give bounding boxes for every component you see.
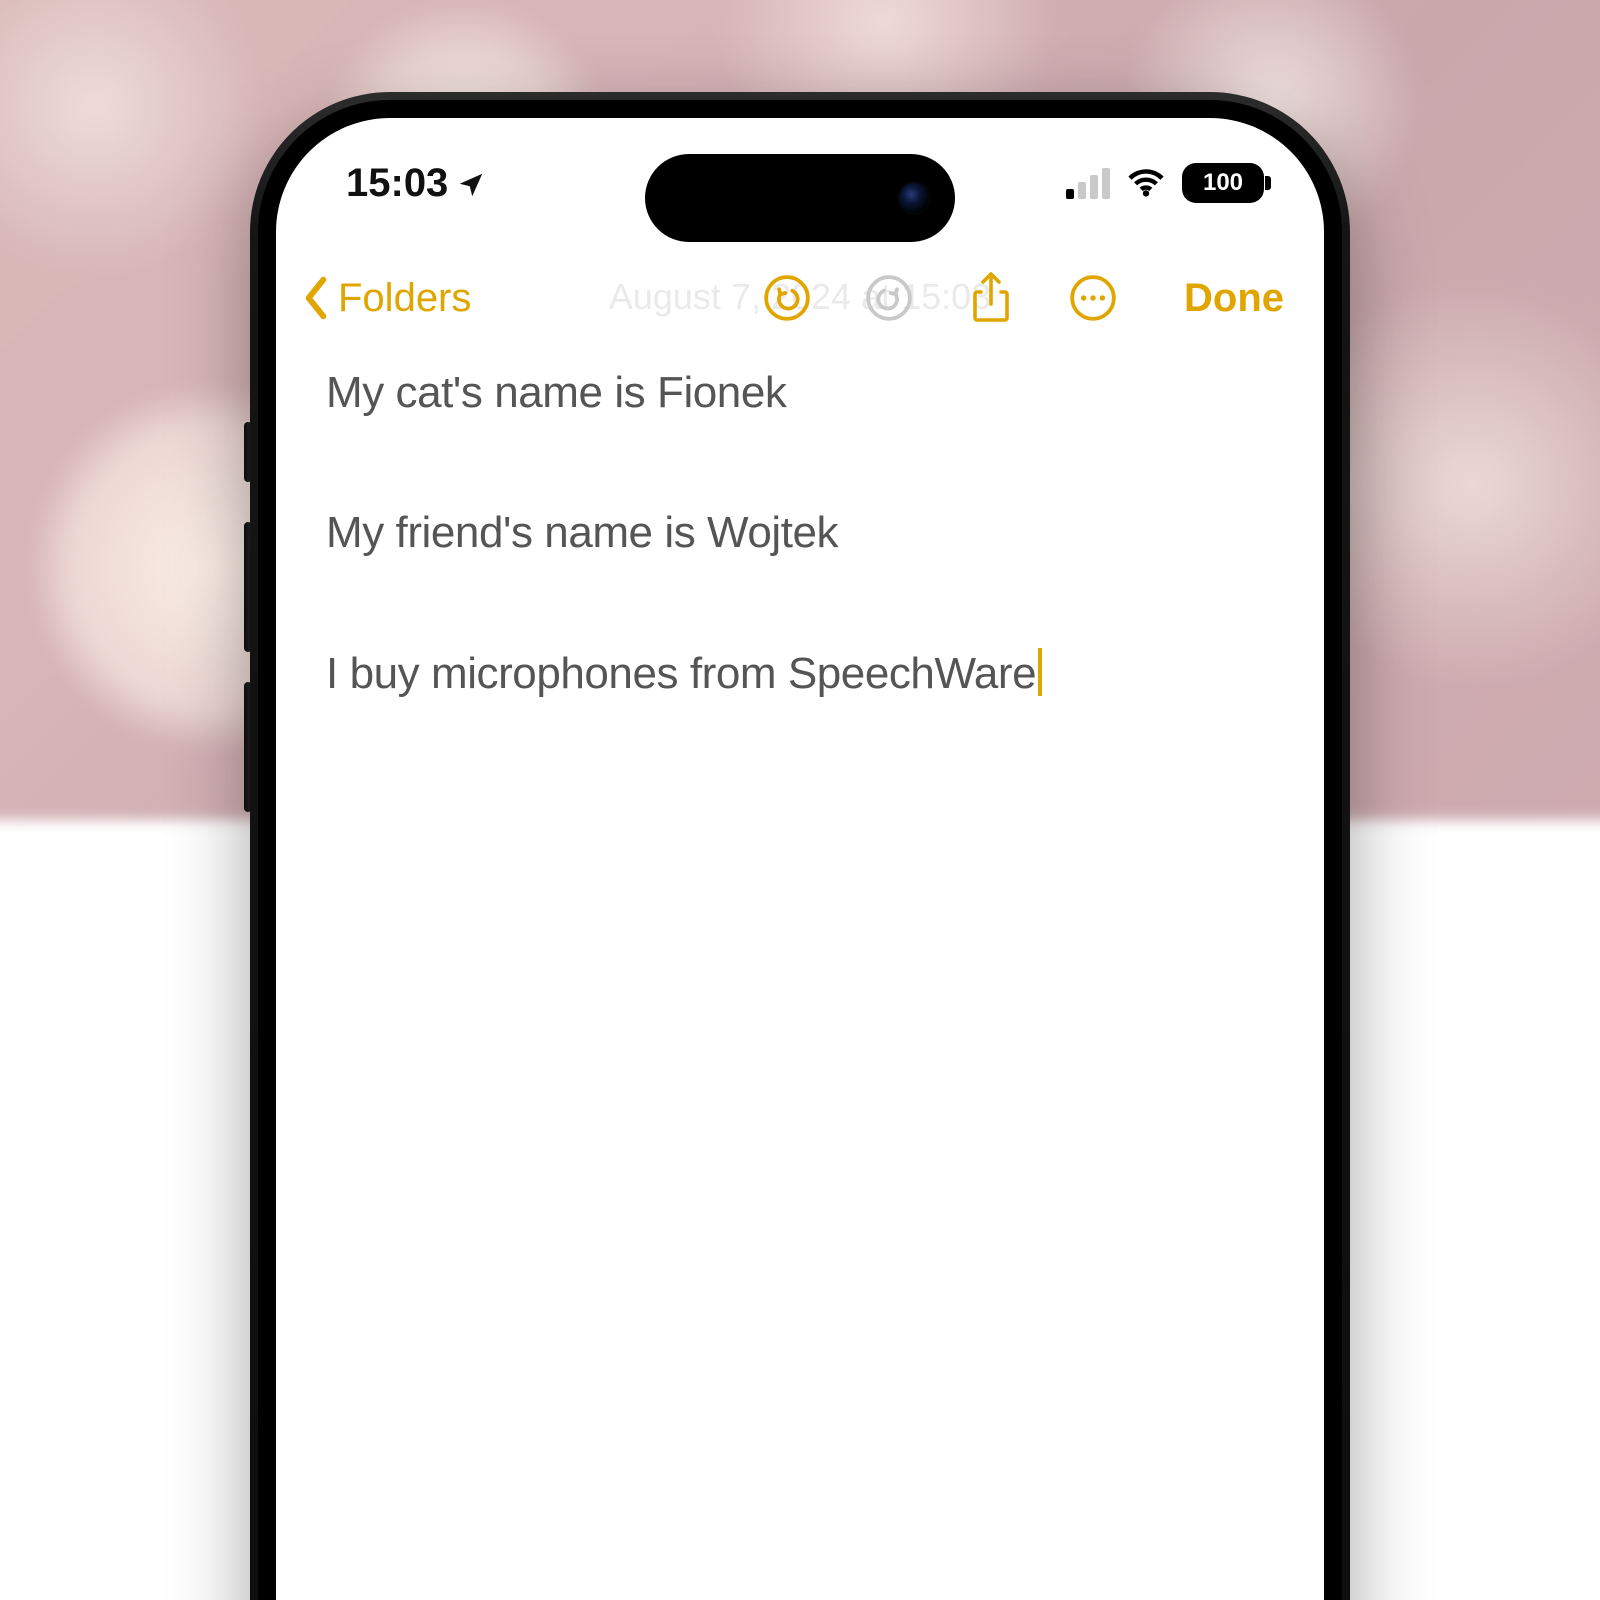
wifi-icon (1126, 167, 1166, 199)
phone-screen: 15:03 (276, 118, 1324, 1600)
back-label: Folders (338, 276, 471, 321)
cellular-signal-icon (1066, 167, 1110, 199)
front-camera (897, 181, 931, 215)
share-icon (966, 270, 1016, 326)
undo-button[interactable] (760, 271, 814, 325)
battery-indicator: 100 (1182, 163, 1264, 203)
share-button[interactable] (964, 271, 1018, 325)
done-button[interactable]: Done (1184, 276, 1284, 321)
battery-percent: 100 (1203, 169, 1243, 197)
location-icon (456, 170, 486, 200)
note-line: My friend's name is Wojtek (326, 508, 1274, 558)
phone-device: 15:03 (250, 92, 1350, 1600)
more-icon (1068, 273, 1118, 323)
chevron-left-icon (302, 276, 330, 320)
text-cursor (1038, 648, 1042, 696)
more-button[interactable] (1066, 271, 1120, 325)
undo-icon (762, 273, 812, 323)
back-button[interactable]: Folders (294, 276, 471, 321)
dynamic-island (645, 154, 955, 242)
note-content[interactable]: My cat's name is Fionek My friend's name… (326, 368, 1274, 789)
note-line: I buy microphones from SpeechWare (326, 648, 1274, 699)
navbar: Folders (276, 258, 1324, 338)
redo-button (862, 271, 916, 325)
note-line: My cat's name is Fionek (326, 368, 1274, 418)
redo-icon (864, 273, 914, 323)
status-time: 15:03 (346, 161, 448, 206)
